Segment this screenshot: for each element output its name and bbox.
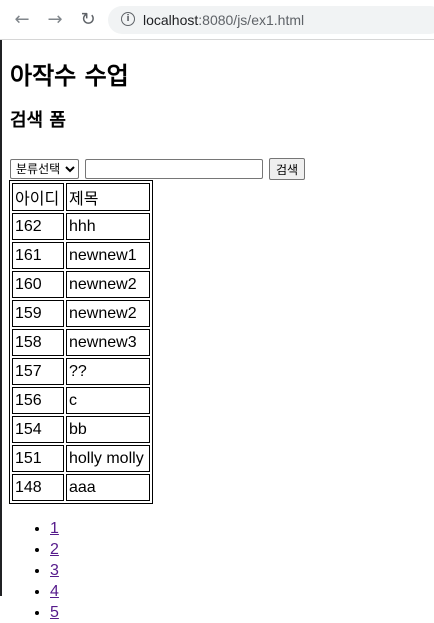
table-row: 162 hhh [12,213,150,240]
table-row: 161 newnew1 [12,242,150,269]
page-link-2[interactable]: 2 [50,541,59,558]
cell-title: holly molly [66,445,150,472]
cell-id: 151 [12,445,64,472]
table-row: 151 holly molly [12,445,150,472]
cell-id: 154 [12,416,64,443]
results-table: 아이디 제목 162 hhh 161 newnew1 160 newnew2 159 newn… [9,180,153,504]
info-icon[interactable]: i [121,12,135,26]
cell-title: newnew2 [66,271,150,298]
page-link-4[interactable]: 4 [50,583,59,600]
table-row: 148 aaa [12,474,150,501]
cell-id: 160 [12,271,64,298]
cell-title: bb [66,416,150,443]
table-row: 159 newnew2 [12,300,150,327]
cell-title: hhh [66,213,150,240]
table-header-row: 아이디 제목 [12,183,150,211]
url-text: localhost:8080/js/ex1.html [143,12,305,28]
cell-title: newnew1 [66,242,150,269]
cell-id: 162 [12,213,64,240]
reload-icon[interactable]: ↻ [77,9,99,31]
table-row: 157?? [12,358,150,385]
cell-id: 157 [12,358,64,385]
page-item: 1 [50,518,434,539]
page-item: 5 [50,602,434,623]
column-header-title: 제목 [66,183,150,211]
search-form: 분류선택 검색 [10,158,434,180]
cell-title: c [66,387,150,414]
table-row: 154 bb [12,416,150,443]
cell-title: newnew2 [66,300,150,327]
browser-toolbar: ← → ↻ i localhost:8080/js/ex1.html [0,0,434,40]
pagination-list: 1 2 3 4 5 [10,518,434,623]
cell-id: 156 [12,387,64,414]
search-form-heading: 검색 폼 [10,110,66,131]
cell-id: 161 [12,242,64,269]
search-input[interactable] [85,159,263,179]
page-content: 아작수 수업 검색 폼 분류선택 검색 아이디 제목 162 hhh 161 newn… [9,40,434,623]
page-title: 아작수 수업 [10,62,129,90]
cell-id: 148 [12,474,64,501]
page-link-3[interactable]: 3 [50,562,59,579]
page-item: 4 [50,581,434,602]
back-arrow-icon[interactable]: ← [11,9,33,31]
table-row: 160 newnew2 [12,271,150,298]
table-row: 158 newnew3 [12,329,150,356]
page-item: 3 [50,560,434,581]
page-item: 2 [50,539,434,560]
cell-title: newnew3 [66,329,150,356]
search-button[interactable]: 검색 [269,158,306,180]
cell-id: 159 [12,300,64,327]
table-row: 156 c [12,387,150,414]
cell-id: 158 [12,329,64,356]
address-bar[interactable]: i localhost:8080/js/ex1.html [108,6,434,34]
forward-arrow-icon[interactable]: → [44,9,66,31]
column-header-id: 아이디 [12,183,64,211]
page-link-5[interactable]: 5 [50,604,59,621]
category-select[interactable]: 분류선택 [10,159,79,179]
cell-title: ?? [66,358,150,385]
page-link-1[interactable]: 1 [50,520,59,537]
cell-title: aaa [66,474,150,501]
window-edge [0,40,2,596]
